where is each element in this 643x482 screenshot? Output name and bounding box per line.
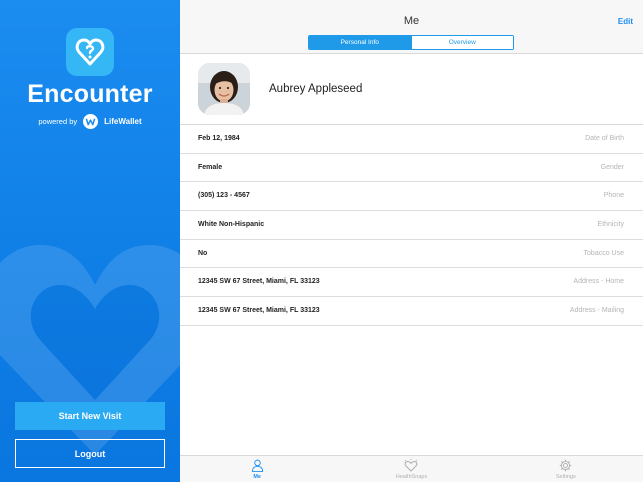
- segment-personal-info[interactable]: Personal Info: [309, 36, 411, 49]
- page-title: Me: [403, 15, 420, 27]
- powered-by-text: powered by: [38, 117, 78, 126]
- field-value: (305) 123 - 4567: [198, 192, 250, 200]
- app-name: Encounter: [27, 80, 153, 108]
- powered-by-row: powered by LifeWallet: [0, 114, 180, 129]
- sidebar-panel: Encounter powered by LifeWallet Start Ne…: [0, 0, 180, 482]
- field-value: Female: [198, 163, 223, 171]
- field-label: Phone: [603, 192, 624, 200]
- navigation-bar: Me Edit Personal Info Overview: [180, 0, 643, 54]
- gear-icon: [560, 459, 572, 472]
- list-item-address-mailing[interactable]: 12345 SW 67 Street, Miami, FL 33123 Addr…: [180, 297, 643, 326]
- app-logo-icon: [66, 28, 114, 76]
- field-value: No: [198, 249, 208, 257]
- field-value: Feb 12, 1984: [198, 135, 240, 142]
- segment-overview[interactable]: Overview: [410, 36, 513, 49]
- user-photo-icon: [198, 63, 250, 115]
- list-item-ethnicity[interactable]: White Non-Hispanic Ethnicity: [180, 211, 643, 240]
- field-value: 12345 SW 67 Street, Miami, FL 33123: [198, 278, 320, 286]
- field-label: Date of Birth: [585, 135, 624, 142]
- list-item-date-of-birth[interactable]: Feb 12, 1984 Date of Birth: [180, 125, 643, 154]
- logout-button[interactable]: Logout: [15, 439, 165, 468]
- tab-settings[interactable]: Settings: [489, 456, 643, 482]
- avatar[interactable]: [198, 63, 250, 115]
- personal-info-list: Feb 12, 1984 Date of Birth Female Gender…: [180, 125, 643, 326]
- main-panel: Me Edit Personal Info Overview Aubrey Ap…: [180, 0, 643, 482]
- field-label: Address - Mailing: [569, 307, 624, 315]
- tab-healthsnaps[interactable]: HealthSnaps: [334, 456, 488, 482]
- field-value: 12345 SW 67 Street, Miami, FL 33123: [198, 307, 320, 315]
- profile-name: Aubrey Appleseed: [269, 83, 363, 95]
- partner-name: LifeWallet: [104, 117, 142, 126]
- field-label: Ethnicity: [597, 221, 624, 229]
- tab-label: Me: [253, 474, 261, 480]
- list-item-gender[interactable]: Female Gender: [180, 154, 643, 183]
- field-value: White Non-Hispanic: [198, 221, 265, 229]
- lifewallet-logo-icon: [83, 114, 99, 129]
- segmented-control: Personal Info Overview: [308, 35, 514, 50]
- tab-label: HealthSnaps: [395, 474, 428, 480]
- person-icon: [251, 459, 263, 472]
- field-label: Address - Home: [573, 278, 624, 286]
- list-item-phone[interactable]: (305) 123 - 4567 Phone: [180, 182, 643, 212]
- list-item-address-home[interactable]: 12345 SW 67 Street, Miami, FL 33123 Addr…: [180, 268, 643, 298]
- list-item-tobacco-use[interactable]: No Tobacco Use: [180, 240, 643, 269]
- edit-button[interactable]: Edit: [618, 17, 633, 26]
- start-new-visit-button[interactable]: Start New Visit: [15, 402, 165, 430]
- profile-header: Aubrey Appleseed: [180, 55, 643, 125]
- tab-label: Settings: [555, 474, 576, 480]
- field-label: Tobacco Use: [583, 249, 624, 257]
- field-label: Gender: [600, 163, 624, 171]
- tab-me[interactable]: Me: [180, 456, 334, 482]
- heart-sparkle-icon: [405, 459, 418, 472]
- tab-bar: Me HealthSnaps Settings: [180, 455, 643, 482]
